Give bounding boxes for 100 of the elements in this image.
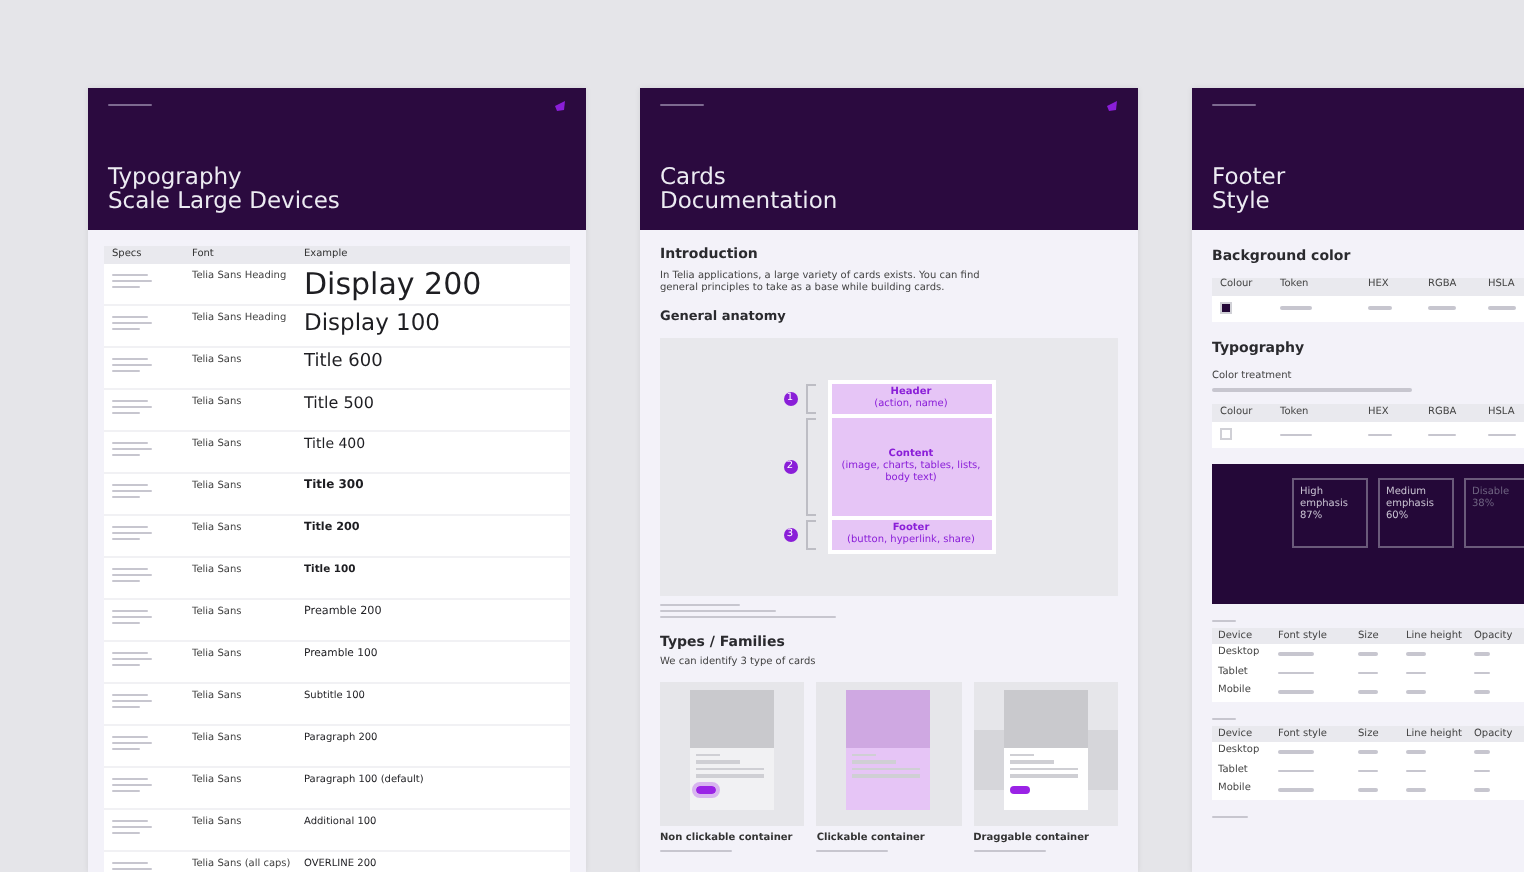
blurred-text-line [112,357,148,360]
blurred-text-line [112,453,140,456]
blurred-text-line [112,399,148,402]
blurred-text-line [112,699,152,702]
blurred-text-line [973,849,1046,853]
blurred-text-line [1212,103,1256,106]
blurred-text-line [816,849,889,853]
blurred-text-line [112,579,140,582]
blurred-text-line [112,489,152,492]
blurred-text-line [112,615,152,618]
blurred-text-line [112,525,148,528]
blurred-text-line [112,705,140,708]
blurred-text-line [112,315,148,318]
blurred-text-line [112,285,140,288]
blurred-text-line [1358,769,1378,773]
blurred-text-line [1474,788,1490,792]
blurred-text-line [1406,671,1426,675]
blurred-text-line [1358,750,1378,754]
page-title: Footer [1212,163,1288,188]
blurred-text-line [1280,306,1312,310]
bracket-line [805,417,815,516]
blurred-text-line [112,609,148,612]
bracket-line [805,383,815,414]
blurred-text-line [112,651,148,654]
blurred-text-line [112,747,140,750]
type-example: Title 600 [304,352,383,372]
blurred-text-line [1368,433,1392,437]
blurred-text-line [112,447,152,450]
blurred-text-line [112,819,148,822]
blurred-text-line [1212,619,1236,623]
blurred-text-line [1358,788,1378,792]
blurred-text-line [1358,690,1378,694]
blurred-text-line [660,103,704,106]
type-example: Display 100 [304,308,440,336]
blurred-text-line [112,867,152,870]
blurred-text-line [1474,769,1490,773]
blurred-text-line [112,621,140,624]
blurred-text-line [112,783,152,786]
page-title: Cards [660,163,728,188]
blurred-text-line [1368,306,1392,310]
type-example: Display 200 [304,266,482,302]
blurred-text-line [1358,652,1378,656]
blurred-text-line [112,777,148,780]
blurred-text-line [1488,433,1516,437]
blurred-text-line [112,573,152,576]
blurred-text-line [112,441,148,444]
blurred-text-line [112,363,152,366]
type-example: Title 500 [304,394,374,412]
blurred-text-line [1358,671,1378,675]
blurred-text-line [112,663,140,666]
blurred-text-line [1278,690,1314,694]
blurred-text-line [1278,788,1314,792]
blurred-text-line [1406,690,1426,694]
blurred-text-line [112,567,148,570]
page-title: Style [1212,187,1272,212]
blurred-text-line [112,273,148,276]
blurred-text-line [1474,690,1490,694]
blurred-text-line [112,531,152,534]
blurred-text-line [112,789,140,792]
bracket-line [805,519,815,550]
blurred-text-line [112,825,152,828]
blurred-text-line [112,735,148,738]
blurred-text-line [112,495,140,498]
blurred-text-line [1474,652,1490,656]
color-swatch [1220,428,1232,441]
blurred-text-line [1488,306,1516,310]
page-title: Scale Large Devices [108,187,342,212]
blurred-text-line [1428,306,1456,310]
blurred-text-line [1406,652,1426,656]
blurred-text-line [1212,717,1236,721]
blurred-text-line [112,831,140,834]
blurred-text-line [1212,815,1248,819]
blurred-text-line [1278,769,1314,773]
blurred-text-line [112,411,140,414]
blurred-text-line [112,405,152,408]
blurred-text-line [1474,750,1490,754]
blurred-text-line [1280,433,1312,437]
logo-icon [1106,100,1118,112]
blurred-text-line [108,103,152,106]
blurred-text-line [112,741,152,744]
blurred-text-line [660,849,732,853]
blurred-text-line [112,537,140,540]
blurred-text-line [112,693,148,696]
blurred-text-line [1406,750,1426,754]
blurred-text-line [112,861,148,864]
blurred-text-line [112,327,140,330]
page-title: Typography [108,163,244,188]
blurred-text-line [112,483,148,486]
page-title: Documentation [660,187,840,212]
blurred-text-line [112,279,152,282]
blurred-text-line [1278,652,1314,656]
blurred-text-line [112,657,152,660]
blurred-text-line [1474,671,1490,675]
color-swatch [1220,302,1232,315]
blurred-text-line [1406,788,1426,792]
logo-icon [554,100,566,112]
blurred-text-line [1278,750,1314,754]
blurred-text-line [112,369,140,372]
blurred-text-line [1428,433,1456,437]
blurred-text-line [1278,671,1314,675]
